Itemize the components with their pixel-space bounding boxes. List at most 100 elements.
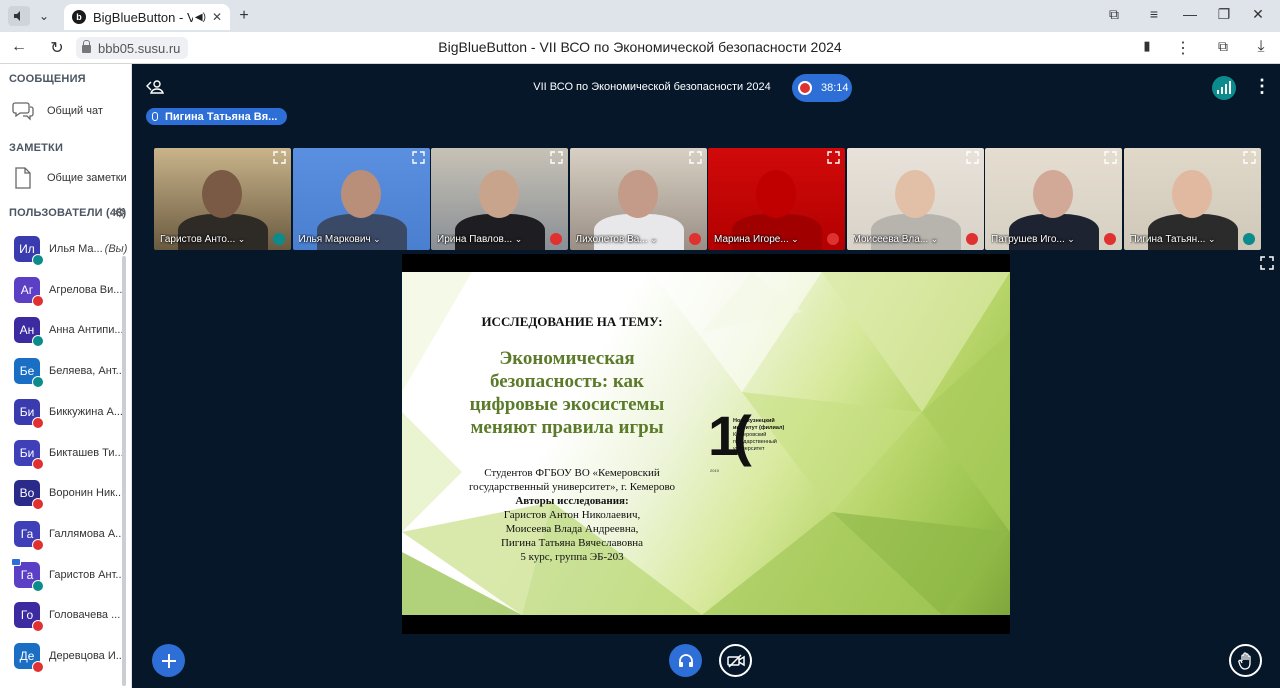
expand-icon[interactable]	[827, 151, 840, 164]
minimize-icon[interactable]: —	[1180, 6, 1200, 22]
muted-mic-icon	[827, 233, 839, 245]
user-list-item[interactable]: Га Гаристов Ант...	[11, 557, 130, 592]
headphones-icon	[1242, 233, 1255, 245]
user-list-item[interactable]: Аг Агрелова Ви...	[14, 275, 130, 307]
user-list-item[interactable]: Ил Илья Ма... (Вы)	[14, 234, 130, 266]
user-name: Биккужина А...	[49, 405, 123, 418]
speaker-icon[interactable]	[8, 6, 30, 26]
avatar: Во	[14, 480, 44, 511]
audio-button[interactable]	[669, 644, 702, 677]
presentation-area[interactable]: ИССЛЕДОВАНИЕ НА ТЕМУ: Экономическая безо…	[402, 254, 1010, 634]
expand-icon[interactable]	[965, 151, 979, 164]
video-tile[interactable]: Илья Маркович	[292, 148, 430, 250]
slide-title-line: цифровые экосистемы	[469, 394, 665, 415]
muted-mic-icon	[32, 661, 44, 673]
expand-icon[interactable]	[411, 151, 425, 164]
shared-notes-item[interactable]: Общие заметки	[12, 167, 127, 189]
actions-plus-button[interactable]	[152, 644, 185, 677]
public-chat-item[interactable]: Общий чат	[12, 100, 103, 122]
reload-icon[interactable]: ↻	[46, 38, 68, 58]
video-user-name[interactable]: Гаристов Анто...	[160, 234, 260, 245]
menu-icon[interactable]: ≡	[1144, 6, 1164, 22]
video-user-name[interactable]: Патрушев Иго...	[991, 234, 1091, 245]
notes-section-title: ЗАМЕТКИ	[9, 142, 64, 154]
slide-title-line: Экономическая	[499, 348, 635, 369]
talking-indicator[interactable]: Пигина Татьяна Вя...	[146, 108, 288, 125]
extensions-icon[interactable]: ⧉	[1212, 38, 1234, 55]
user-list-item[interactable]: Бе Беляева, Ант...	[14, 356, 130, 389]
user-name: Головачева ...	[49, 609, 121, 622]
camera-button[interactable]	[719, 644, 752, 677]
expand-icon[interactable]	[1104, 151, 1117, 164]
video-user-name[interactable]: Пигина Татьян...	[1130, 234, 1230, 245]
download-icon[interactable]: ⤓	[1250, 38, 1272, 56]
you-label: (Вы)	[104, 243, 128, 255]
connection-status-icon[interactable]	[1212, 76, 1236, 100]
lock-icon	[82, 40, 91, 53]
expand-icon[interactable]	[273, 151, 286, 164]
muted-mic-icon	[32, 416, 44, 429]
user-name: Агрелова Ви...	[49, 283, 123, 296]
user-list-item[interactable]: Га Галлямова А...	[14, 519, 130, 551]
restore-icon[interactable]: ❐	[1214, 6, 1234, 23]
video-user-name[interactable]: Ирина Павлов...	[437, 234, 537, 245]
user-name: Илья Ма... (Вы)	[49, 243, 128, 255]
tab-audio-icon[interactable]: ◀)	[195, 12, 206, 23]
headphones-icon	[678, 653, 693, 667]
user-list-item[interactable]: Де Деревцова И...	[14, 641, 130, 673]
user-list-item[interactable]: Во Воронин Ник...	[14, 478, 130, 511]
close-tab-icon[interactable]: ✕	[212, 10, 222, 24]
video-tile[interactable]: Гаристов Анто...	[154, 148, 291, 250]
expand-icon[interactable]	[550, 151, 563, 164]
expand-icon[interactable]	[1242, 151, 1256, 164]
video-tile[interactable]: Лихолетов Ва...	[569, 148, 707, 250]
bookmark-icon[interactable]: ▮	[1136, 38, 1158, 54]
muted-mic-icon	[550, 233, 562, 245]
video-tile[interactable]: Пигина Татьян...	[1123, 148, 1261, 250]
browser-tab[interactable]: b BigBlueButton - VII В ◀) ✕	[64, 4, 230, 30]
video-tile[interactable]: Патрушев Иго...	[985, 148, 1122, 250]
notes-icon	[12, 167, 34, 189]
expand-icon[interactable]	[688, 151, 702, 164]
raise-hand-button[interactable]	[1229, 644, 1262, 677]
students-line: Студентов ФГБОУ ВО «Кемеровский	[484, 467, 660, 479]
more-icon[interactable]: ⋮	[1172, 38, 1194, 58]
avatar: Де	[14, 643, 44, 673]
close-window-icon[interactable]: ✕	[1248, 6, 1268, 23]
video-tile[interactable]: Марина Игоре...	[708, 148, 845, 250]
avatar-initials: Ан	[19, 323, 35, 338]
gear-icon[interactable]: ⚙	[114, 205, 126, 221]
user-list-item[interactable]: Би Биккужина А...	[14, 397, 130, 429]
video-user-name[interactable]: Марина Игоре...	[714, 234, 814, 245]
slide-title-line: безопасность: как	[489, 371, 645, 392]
video-user-name[interactable]: Лихолетов Ва...	[576, 234, 676, 245]
tab-title: BigBlueButton - VII В	[93, 9, 193, 25]
user-name: Гаристов Ант...	[49, 568, 125, 581]
recording-indicator[interactable]: 38:14	[792, 74, 852, 102]
user-list-item[interactable]: Го Головачева ...	[14, 600, 130, 633]
video-tile[interactable]: Ирина Павлов...	[431, 148, 568, 250]
url-field[interactable]: bbb05.susu.ru	[76, 37, 189, 59]
video-user-name[interactable]: Илья Маркович	[299, 234, 399, 245]
users-section-title: ПОЛЬЗОВАТЕЛИ (48)	[9, 207, 127, 219]
user-list-item[interactable]: Ан Анна Антипи...	[14, 315, 130, 348]
user-name: Беляева, Ант...	[49, 365, 125, 378]
logo-institute: Новокузнецкий институт (филиал)	[733, 418, 785, 431]
fullscreen-icon[interactable]	[1260, 256, 1274, 270]
muted-mic-icon	[32, 294, 44, 307]
collections-icon[interactable]: ⧉	[1104, 6, 1124, 23]
options-menu-icon[interactable]: ⋮	[1253, 76, 1271, 96]
user-list-scrollbar[interactable]	[122, 256, 126, 686]
hand-icon	[1237, 651, 1251, 670]
user-name: Галлямова А...	[49, 527, 125, 540]
video-tile[interactable]: Моисеева Вла...	[846, 148, 984, 250]
browser-tabstrip: ⌄ b BigBlueButton - VII В ◀) ✕ + ⧉ ≡ — ❐…	[0, 0, 1280, 32]
meeting-title: VII ВСО по Экономической безопасности 20…	[533, 81, 771, 93]
new-tab-button[interactable]: +	[234, 6, 254, 26]
user-list-toggle-icon[interactable]	[146, 78, 164, 101]
chevron-down-icon[interactable]: ⌄	[34, 6, 54, 26]
video-user-name[interactable]: Моисеева Вла...	[853, 234, 953, 245]
page-title: BigBlueButton - VII ВСО по Экономической…	[438, 39, 842, 55]
user-list-item[interactable]: Би Бикташев Ти...	[14, 438, 130, 470]
back-icon[interactable]: ←	[8, 38, 30, 56]
